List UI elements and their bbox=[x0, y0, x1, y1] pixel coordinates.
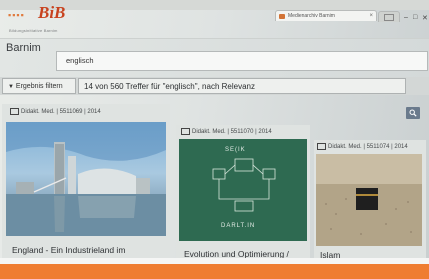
logo-dots: ▪▪▪▪ bbox=[8, 10, 25, 20]
result-summary: 14 von 560 Treffer für "englisch", nach … bbox=[78, 78, 406, 94]
result-card[interactable]: Didakt. Med. | 5511070 | 2014 SE(IK DARL… bbox=[176, 125, 310, 260]
browser-tab-label: Medienarchiv Barnim bbox=[288, 13, 335, 19]
card-meta: Didakt. Med. | 5511074 | 2014 bbox=[317, 143, 408, 150]
close-tab-icon[interactable]: × bbox=[369, 11, 373, 21]
browser-tab[interactable]: Medienarchiv Barnim × bbox=[275, 10, 377, 21]
site-logo[interactable]: ▪▪▪▪ BiB Bildungsinitiative Barnim bbox=[8, 3, 128, 33]
filter-label: Ergebnis filtern bbox=[15, 83, 63, 90]
card-meta: Didakt. Med. | 5511069 | 2014 bbox=[10, 108, 101, 115]
monitor-icon bbox=[317, 143, 326, 150]
kaaba-image bbox=[316, 154, 422, 246]
card-meta: Didakt. Med. | 5511070 | 2014 bbox=[181, 128, 272, 135]
monitor-icon bbox=[181, 128, 190, 135]
new-tab-icon bbox=[384, 14, 394, 21]
city-skyline-image bbox=[6, 122, 166, 236]
search-icon bbox=[409, 109, 417, 117]
filter-button[interactable]: ▼ Ergebnis filtern bbox=[2, 78, 76, 94]
search-button[interactable] bbox=[406, 107, 420, 119]
result-card[interactable]: Didakt. Med. | 5511069 | 2014 England - … bbox=[2, 104, 170, 260]
logo-subtitle: Bildungsinitiative Barnim bbox=[9, 28, 58, 33]
search-input[interactable]: englisch bbox=[56, 51, 428, 71]
screen: ▪▪▪▪ BiB Bildungsinitiative Barnim Medie… bbox=[0, 0, 429, 279]
board-text: DARLT.IN bbox=[221, 223, 256, 229]
card-title[interactable]: England - Ein Industrieland im bbox=[12, 245, 168, 255]
close-window-button[interactable]: ✕ bbox=[422, 14, 428, 22]
card-thumbnail bbox=[6, 122, 166, 236]
minimize-button[interactable]: – bbox=[404, 14, 408, 21]
new-tab-button[interactable] bbox=[378, 11, 400, 22]
brand-bar bbox=[0, 264, 429, 279]
filter-icon: ▼ bbox=[8, 84, 14, 90]
board-text: SE(IK bbox=[225, 147, 246, 153]
maximize-button[interactable]: □ bbox=[413, 14, 417, 21]
card-thumbnail: SE(IK DARLT.IN bbox=[179, 139, 307, 241]
card-thumbnail bbox=[316, 154, 422, 246]
place-label: Barnim bbox=[6, 42, 41, 54]
favicon-icon bbox=[279, 14, 285, 19]
logo-text: BiB bbox=[38, 3, 66, 22]
monitor-icon bbox=[10, 108, 19, 115]
result-card[interactable]: Didakt. Med. | 5511074 | 2014 Islam bbox=[314, 140, 426, 260]
